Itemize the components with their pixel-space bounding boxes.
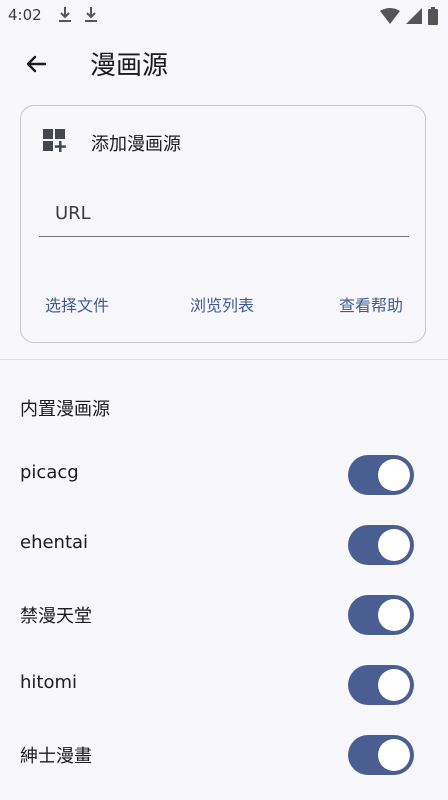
widgets-add-icon [43,129,67,157]
source-toggle-jm[interactable] [348,595,414,635]
source-row-jm: 禁漫天堂 [0,580,448,650]
url-field[interactable] [39,192,409,237]
view-help-button[interactable]: 查看帮助 [339,292,403,316]
status-bar: 4:02 [0,0,448,34]
status-time: 4:02 [8,6,42,24]
source-name: picacg [20,462,79,483]
switch-thumb [378,599,410,631]
select-file-button[interactable]: 选择文件 [45,292,109,316]
battery-icon [428,7,438,29]
divider [0,359,448,360]
back-button[interactable] [18,48,54,84]
switch-thumb [378,529,410,561]
source-row-picacg: picacg [0,440,448,510]
source-row-nhentai: 紳士漫畫 [0,720,448,790]
switch-thumb [378,669,410,701]
switch-thumb [378,739,410,771]
source-toggle-hitomi[interactable] [348,665,414,705]
url-input[interactable] [39,192,409,234]
app-bar: 漫画源 [0,34,448,98]
source-row-hitomi: hitomi [0,650,448,720]
source-toggle-ehentai[interactable] [348,525,414,565]
browse-list-button[interactable]: 浏览列表 [190,292,254,316]
source-row-ehentai: ehentai [0,510,448,580]
download-icon [58,6,72,24]
page-title: 漫画源 [90,51,169,81]
add-source-card: 添加漫画源 选择文件 浏览列表 查看帮助 [20,105,426,343]
arrow-left-icon [24,52,48,80]
download-icon [84,6,98,24]
source-toggle-nhentai[interactable] [348,735,414,775]
source-toggle-picacg[interactable] [348,455,414,495]
source-name: 紳士漫畫 [20,746,92,767]
card-actions: 选择文件 浏览列表 查看帮助 [21,292,425,318]
switch-thumb [378,459,410,491]
add-source-header: 添加漫画源 [43,128,181,158]
source-name: hitomi [20,672,78,693]
source-name: 禁漫天堂 [20,606,92,627]
builtin-section-title: 内置漫画源 [20,399,110,420]
source-name: ehentai [20,532,89,553]
signal-icon [406,8,422,28]
add-source-title: 添加漫画源 [91,134,181,155]
wifi-icon [380,8,400,28]
